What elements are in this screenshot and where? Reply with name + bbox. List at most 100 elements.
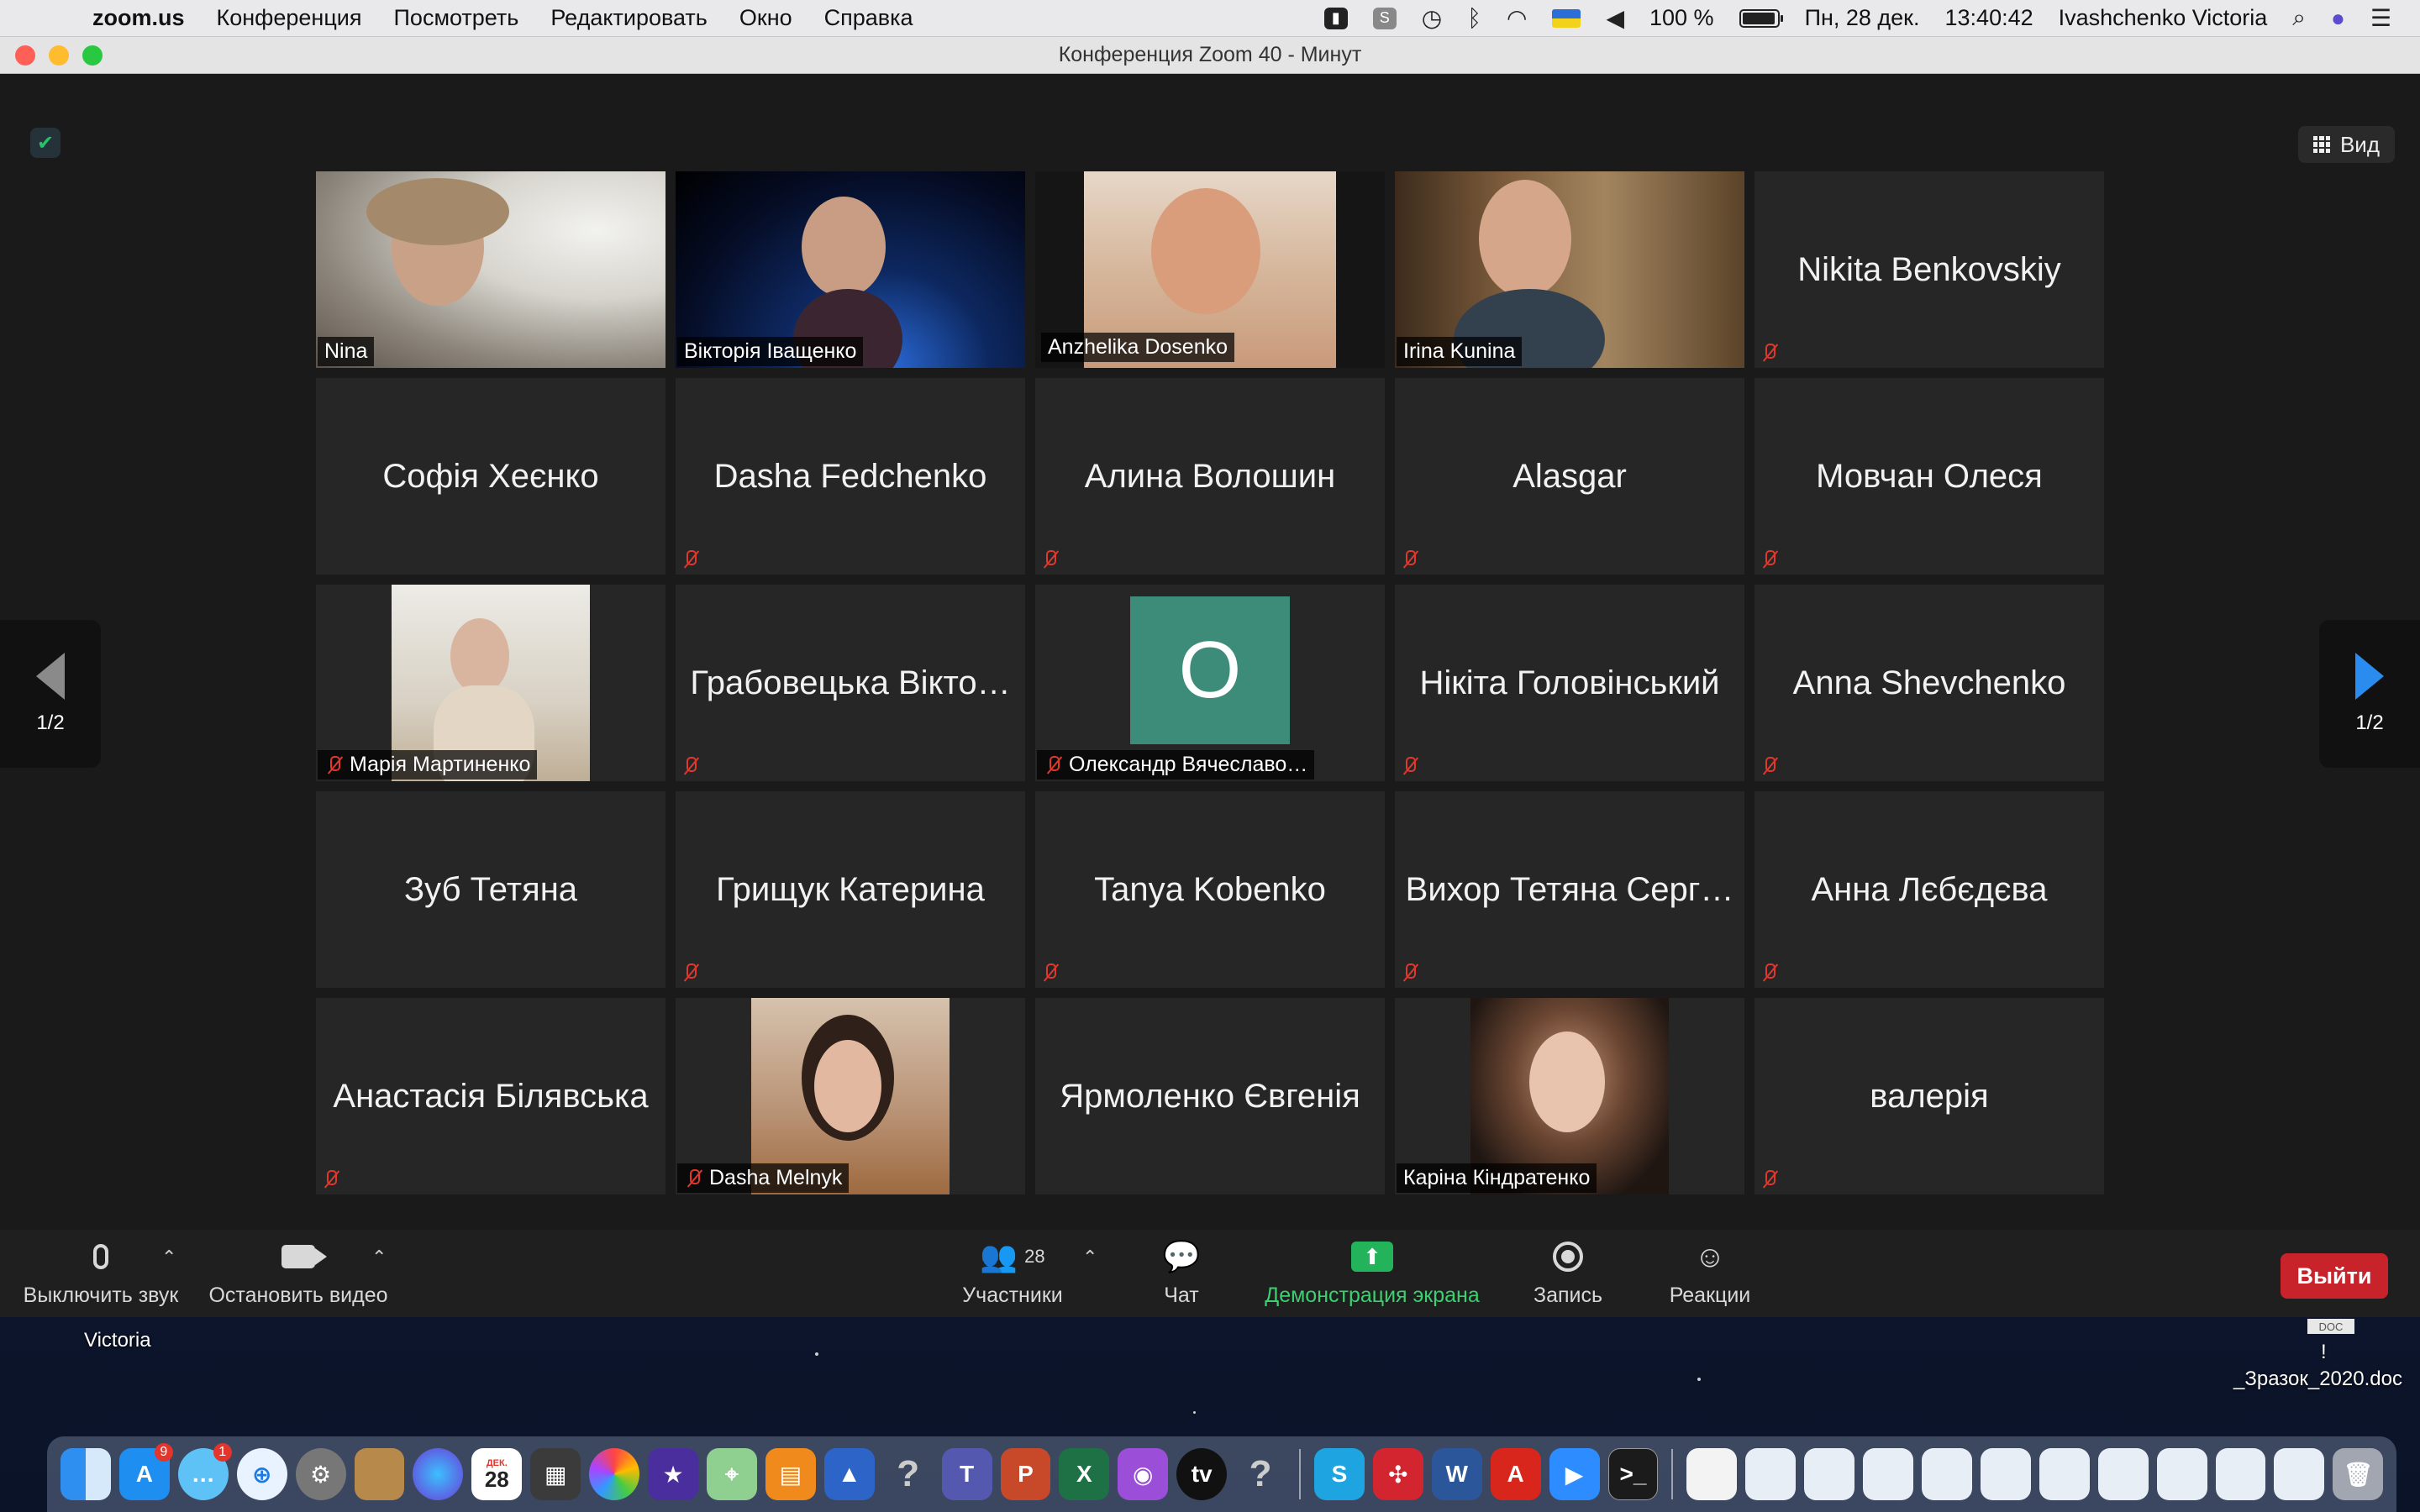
minimized-window-thumbnail[interactable] [1863,1448,1914,1500]
document-thumbnail-icon[interactable] [1686,1448,1738,1500]
participant-tile[interactable]: Tanya Kobenko [1035,791,1385,988]
previous-page-button[interactable]: 1/2 [0,620,101,768]
security-shield-icon[interactable]: ✔ [30,128,60,158]
participant-tile[interactable]: Nina [316,171,666,368]
menubar-user[interactable]: Ivashchenko Victoria [2059,5,2268,31]
participant-tile[interactable]: Грабовецька Вікто… [676,585,1025,781]
skype-status-icon[interactable]: S [1372,7,1397,29]
participant-tile[interactable]: Мовчан Олеся [1754,378,2104,575]
participant-tile[interactable]: Nikita Benkovskiy [1754,171,2104,368]
minimized-window-thumbnail[interactable] [2156,1448,2207,1500]
menu-edit[interactable]: Редактировать [550,5,708,31]
participant-tile[interactable]: Анна Лєбєдєва [1754,791,2104,988]
desktop-file-label[interactable]: _Зразок_2020.doc [2233,1368,2402,1391]
app-store-icon[interactable]: A9 [118,1443,173,1500]
mute-button[interactable]: Выключить звук [17,1238,185,1308]
wifi-icon[interactable]: ◠ [1507,4,1527,32]
volume-icon[interactable]: ◀ [1606,4,1624,32]
photo-booth-icon[interactable]: ▦ [530,1448,581,1500]
participant-tile[interactable]: Каріна Кіндратенко [1395,998,1744,1194]
minimized-window-thumbnail[interactable] [1922,1448,1972,1500]
stop-video-button[interactable]: Остановить видео [205,1238,392,1308]
word-icon[interactable]: W [1431,1448,1482,1500]
messages-icon[interactable]: … 1 [177,1443,232,1500]
input-source-flag-icon[interactable] [1552,8,1581,28]
participant-tile[interactable]: Irina Kunina [1395,171,1744,368]
participant-tile[interactable]: Anna Shevchenko [1754,585,2104,781]
participant-tile[interactable]: Нікіта Головінський [1395,585,1744,781]
participant-tile[interactable]: Марія Мартиненко [316,585,666,781]
calendar-icon[interactable]: ДЕК. 28 [471,1448,523,1500]
minimized-window-thumbnail[interactable] [2097,1448,2149,1500]
participant-tile[interactable]: Alasgar [1395,378,1744,575]
apple-tv-icon[interactable]: tv [1176,1448,1228,1500]
keynote-icon[interactable]: ▲ [823,1448,875,1500]
participant-tile[interactable]: валерія [1754,998,2104,1194]
mendeley-icon[interactable]: ✣ [1372,1448,1423,1500]
minimized-window-thumbnail[interactable] [2039,1448,2090,1500]
siri-dock-icon[interactable] [413,1448,464,1500]
view-button[interactable]: Вид [2297,126,2395,163]
time-machine-icon[interactable]: ◷ [1422,4,1442,32]
minimized-window-thumbnail[interactable] [2274,1448,2325,1500]
menubar-date[interactable]: Пн, 28 дек. [1805,5,1920,31]
participant-tile[interactable]: Ярмоленко Євгенія [1035,998,1385,1194]
next-page-button[interactable]: 1/2 [2319,620,2420,768]
participant-tile[interactable]: O Олександр Вячеславо… [1035,585,1385,781]
teams-icon[interactable]: T [941,1448,992,1500]
participant-tile[interactable]: Софія Хеєнко [316,378,666,575]
menu-conference[interactable]: Конференция [217,5,362,31]
notes-book-icon[interactable] [354,1448,405,1500]
share-screen-button[interactable]: ⬆ Демонстрация экрана [1260,1238,1484,1308]
maps-icon[interactable]: ⌖ [706,1448,757,1500]
participants-options-caret-icon[interactable]: ⌃ [1082,1247,1097,1268]
chat-button[interactable]: 💬 Чат [1148,1238,1215,1308]
participant-tile[interactable]: Грищук Катерина [676,791,1025,988]
terminal-icon[interactable]: >_ [1607,1448,1659,1500]
record-button[interactable]: Запись [1526,1238,1610,1308]
system-preferences-icon[interactable]: ⚙ [295,1448,346,1500]
minimized-window-thumbnail[interactable] [1804,1448,1855,1500]
doc-file-icon[interactable]: DOC [2307,1319,2354,1334]
acrobat-icon[interactable]: A [1490,1448,1541,1500]
powerpoint-icon[interactable]: P [1000,1448,1051,1500]
skype-icon[interactable]: S [1313,1448,1365,1500]
unknown-app-question-icon[interactable]: ? [883,1448,934,1500]
photos-icon[interactable] [589,1448,640,1500]
excel-icon[interactable]: X [1059,1448,1110,1500]
imovie-star-icon[interactable]: ★ [648,1448,698,1500]
bluetooth-icon[interactable]: ᛒ [1467,5,1481,32]
spotlight-search-icon[interactable]: ⌕ [2292,4,2306,32]
participant-tile[interactable]: Вікторія Іващенко [676,171,1025,368]
finder-icon[interactable] [60,1448,111,1500]
books-icon[interactable]: ▤ [765,1448,816,1500]
unknown-app-question-icon[interactable]: ? [1235,1448,1286,1500]
video-options-caret-icon[interactable]: ⌃ [371,1247,387,1268]
participant-tile[interactable]: Зуб Тетяна [316,791,666,988]
participant-tile[interactable]: Dasha Fedchenko [676,378,1025,575]
menubar-time[interactable]: 13:40:42 [1945,5,2033,31]
participant-tile[interactable]: Dasha Melnyk [676,998,1025,1194]
minimized-window-thumbnail[interactable] [1980,1448,2031,1500]
zoom-icon[interactable]: ▶ [1549,1448,1600,1500]
trash-icon[interactable]: 🗑 [2333,1448,2384,1500]
menu-window[interactable]: Окно [739,5,792,31]
participant-tile[interactable]: Алина Волошин [1035,378,1385,575]
zoom-status-icon[interactable]: ▮ [1323,7,1348,29]
audio-options-caret-icon[interactable]: ⌃ [161,1247,176,1268]
minimized-window-thumbnail[interactable] [2215,1448,2266,1500]
menu-help[interactable]: Справка [824,5,913,31]
notification-center-icon[interactable]: ☰ [2370,4,2391,32]
siri-icon[interactable]: ● [2331,5,2345,32]
participant-tile[interactable]: Вихор Тетяна Серг… [1395,791,1744,988]
desktop-item-label[interactable]: Victoria [84,1329,151,1352]
leave-meeting-button[interactable]: Выйти [2281,1253,2388,1299]
participant-tile-active-speaker[interactable]: Anzhelika Dosenko [1035,171,1385,368]
participants-button[interactable]: 👥 28 Участники [958,1238,1067,1308]
minimized-window-thumbnail[interactable] [1745,1448,1797,1500]
podcasts-icon[interactable]: ◉ [1118,1448,1169,1500]
participant-tile[interactable]: Анастасія Білявська [316,998,666,1194]
menu-view[interactable]: Посмотреть [394,5,519,31]
reactions-button[interactable]: ☺ Реакции [1664,1238,1756,1308]
app-menu[interactable]: zoom.us [92,5,185,31]
